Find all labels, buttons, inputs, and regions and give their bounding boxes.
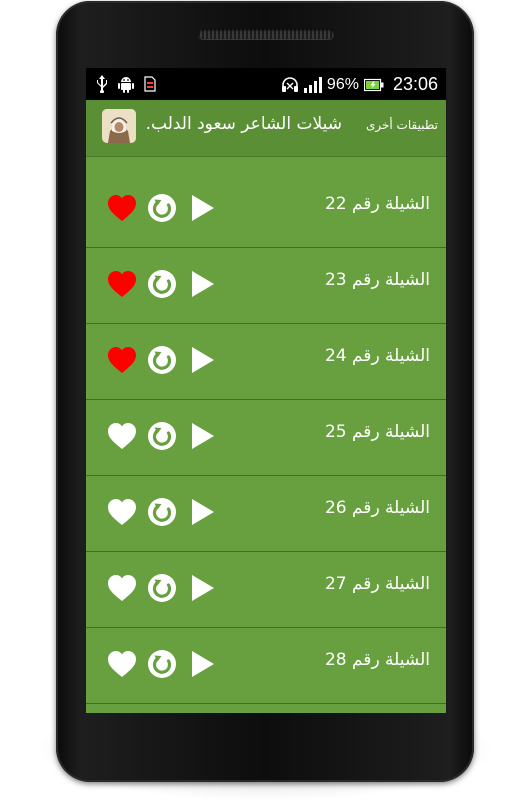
usb-icon (96, 75, 108, 93)
song-title: الشيلة رقم 28 (324, 650, 430, 670)
play-icon[interactable] (190, 345, 216, 375)
phone-speaker (198, 29, 334, 39)
song-title: الشيلة رقم 25 (324, 422, 430, 442)
other-apps-link[interactable]: تطبيقات أخرى (366, 118, 438, 132)
song-title: الشيلة رقم 22 (324, 194, 430, 214)
favorite-heart-icon[interactable] (107, 498, 137, 526)
repeat-icon[interactable] (147, 573, 177, 603)
list-item[interactable]: الشيلة رقم 28 (86, 628, 446, 704)
list-item[interactable]: الشيلة رقم 27 (86, 552, 446, 628)
list-item[interactable]: الشيلة رقم 24 (86, 324, 446, 400)
play-icon[interactable] (190, 269, 216, 299)
song-title: الشيلة رقم 27 (324, 574, 430, 594)
repeat-icon[interactable] (147, 497, 177, 527)
list-item[interactable]: الشيلة رقم 23 (86, 248, 446, 324)
app-logo-avatar[interactable] (102, 109, 136, 143)
app-title: شيلات الشاعر سعود الدلب. (145, 114, 342, 134)
headset-icon (281, 76, 299, 93)
repeat-icon[interactable] (147, 269, 177, 299)
favorite-heart-icon[interactable] (107, 650, 137, 678)
android-debug-icon (117, 75, 135, 93)
play-icon[interactable] (190, 421, 216, 451)
sim-card-icon (144, 76, 156, 92)
play-icon[interactable] (190, 497, 216, 527)
clock-time: 23:06 (392, 74, 438, 94)
list-item[interactable]: الشيلة رقم 26 (86, 476, 446, 552)
action-bar: شيلات الشاعر سعود الدلب. تطبيقات أخرى (86, 100, 446, 157)
battery-percent: 96% (326, 75, 359, 93)
list-item[interactable]: الشيلة رقم 25 (86, 400, 446, 476)
favorite-heart-icon[interactable] (107, 574, 137, 602)
song-title: الشيلة رقم 24 (324, 346, 430, 366)
play-icon[interactable] (190, 193, 216, 223)
list-item[interactable]: الشيلة رقم 22 (86, 172, 446, 248)
repeat-icon[interactable] (147, 421, 177, 451)
song-title: الشيلة رقم 26 (324, 498, 430, 518)
signal-icon (303, 76, 322, 93)
status-bar: 96% 23:06 (86, 68, 446, 100)
app-screen: 96% 23:06 شيلات الشاعر سعود الدلب. تطبيق… (86, 68, 446, 713)
song-title: الشيلة رقم 23 (324, 270, 430, 290)
play-icon[interactable] (190, 573, 216, 603)
repeat-icon[interactable] (147, 193, 177, 223)
repeat-icon[interactable] (147, 345, 177, 375)
battery-icon (363, 78, 384, 92)
favorite-heart-icon[interactable] (107, 422, 137, 450)
play-icon[interactable] (190, 649, 216, 679)
favorite-heart-icon[interactable] (107, 346, 137, 374)
favorite-heart-icon[interactable] (107, 270, 137, 298)
song-list: الشيلة رقم 22 الشيلة رقم 23 الشيلة رقم 24 ا… (86, 157, 446, 713)
favorite-heart-icon[interactable] (107, 194, 137, 222)
repeat-icon[interactable] (147, 649, 177, 679)
